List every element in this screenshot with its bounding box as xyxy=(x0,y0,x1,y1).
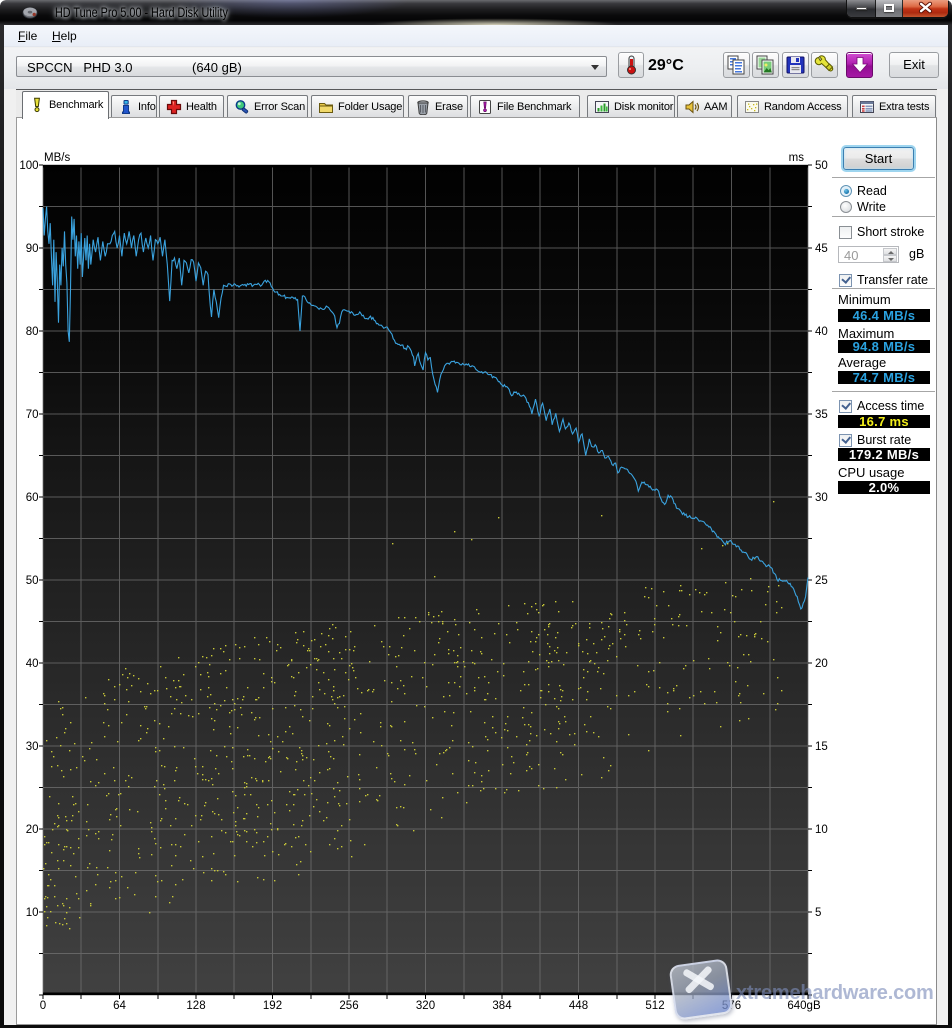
svg-text:MB/s: MB/s xyxy=(44,152,70,164)
svg-text:100: 100 xyxy=(19,160,38,172)
svg-text:50: 50 xyxy=(26,575,39,587)
svg-text:0: 0 xyxy=(40,1000,46,1012)
svg-text:45: 45 xyxy=(815,243,828,255)
svg-text:70: 70 xyxy=(26,409,39,421)
svg-text:40: 40 xyxy=(815,326,828,338)
svg-text:192: 192 xyxy=(263,1000,282,1012)
svg-text:10: 10 xyxy=(26,907,39,919)
svg-text:20: 20 xyxy=(815,658,828,670)
svg-text:ms: ms xyxy=(789,152,805,164)
svg-text:25: 25 xyxy=(815,575,828,587)
svg-text:35: 35 xyxy=(815,409,828,421)
svg-text:30: 30 xyxy=(815,492,828,504)
svg-text:512: 512 xyxy=(645,1000,664,1012)
svg-text:20: 20 xyxy=(26,824,39,836)
svg-text:320: 320 xyxy=(416,1000,435,1012)
svg-text:5: 5 xyxy=(815,907,821,919)
svg-text:384: 384 xyxy=(492,1000,512,1012)
svg-text:90: 90 xyxy=(26,243,39,255)
svg-text:40: 40 xyxy=(26,658,39,670)
svg-text:30: 30 xyxy=(26,741,39,753)
svg-text:448: 448 xyxy=(569,1000,588,1012)
svg-text:256: 256 xyxy=(339,1000,358,1012)
svg-text:10: 10 xyxy=(815,824,828,836)
svg-text:128: 128 xyxy=(186,1000,205,1012)
svg-text:15: 15 xyxy=(815,741,828,753)
svg-text:60: 60 xyxy=(26,492,39,504)
svg-text:80: 80 xyxy=(26,326,39,338)
svg-text:64: 64 xyxy=(113,1000,126,1012)
svg-text:50: 50 xyxy=(815,160,828,172)
